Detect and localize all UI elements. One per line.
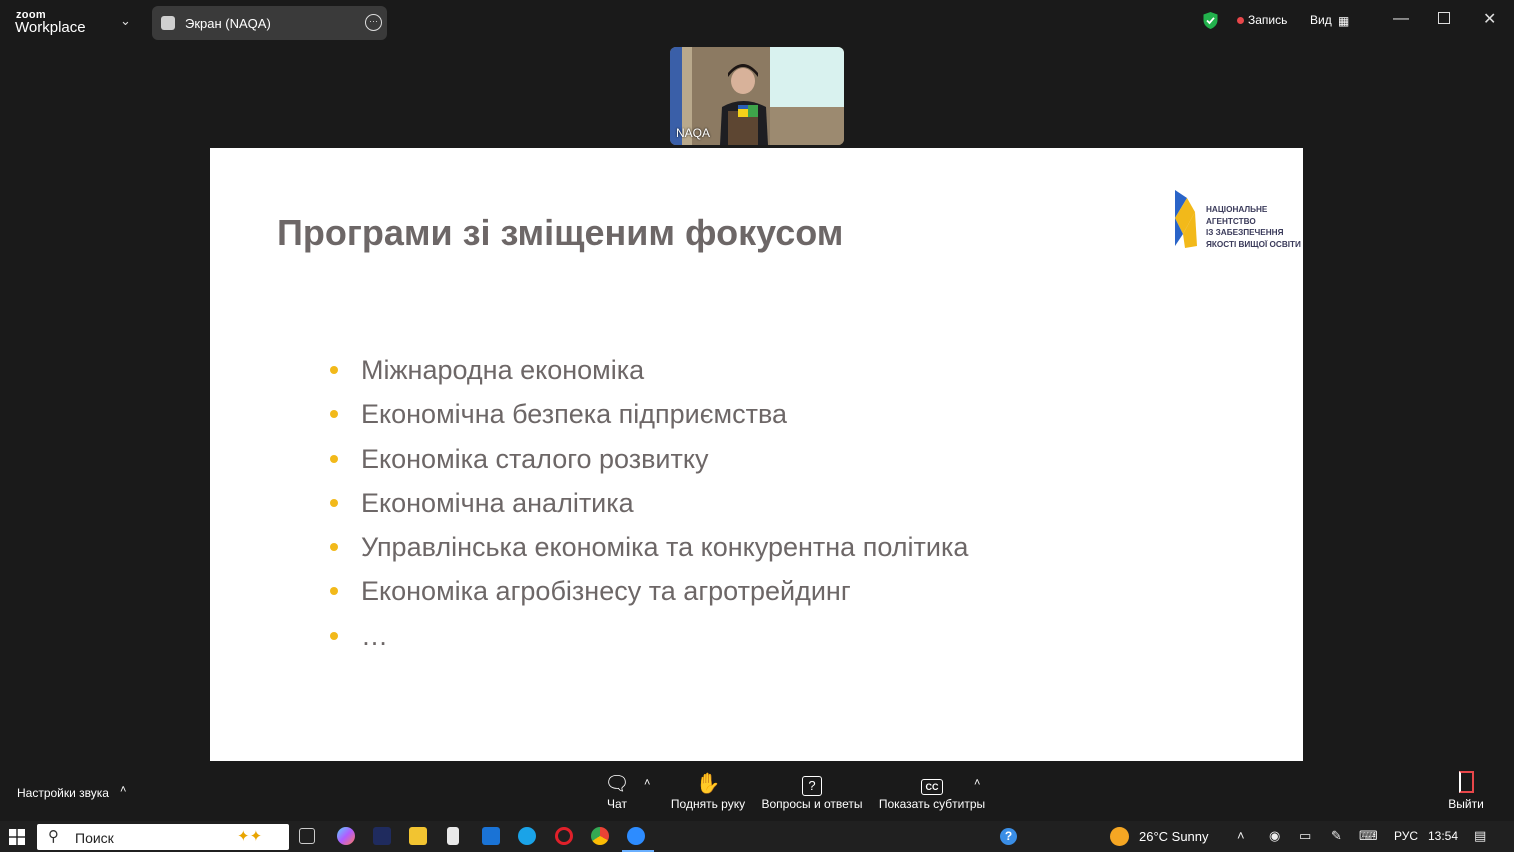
logo-line: АГЕНТСТВО	[1206, 216, 1256, 226]
weather-label[interactable]: 26°C Sunny	[1139, 829, 1209, 844]
bullet-text: Економічна безпека підприємства	[361, 399, 788, 430]
cc-icon: CC	[876, 771, 988, 797]
copilot-icon[interactable]	[337, 827, 355, 845]
task-view-icon[interactable]	[299, 828, 315, 844]
record-indicator-icon	[1237, 17, 1244, 24]
chat-icon: 🗨	[604, 773, 630, 795]
participant-name: NAQA	[676, 126, 711, 140]
captions-button[interactable]: CC Показать субтитры	[876, 771, 988, 811]
bullet-dot-icon	[330, 631, 338, 640]
shared-slide: Програми зі зміщеним фокусом НАЦІОНАЛЬНЕ…	[210, 148, 1303, 761]
slide-bullet: Управлінська економіка та конкурентна по…	[328, 529, 968, 573]
search-placeholder: Поиск	[75, 830, 114, 846]
naqa-logo-text: НАЦІОНАЛЬНЕ АГЕНТСТВО ІЗ ЗАБЕЗПЕЧЕННЯ ЯК…	[1206, 204, 1301, 250]
copilot-sparkle-icon: ✦✦	[237, 828, 263, 845]
chevron-up-icon[interactable]: ˄	[120, 784, 126, 796]
slide-bullet: Економічна безпека підприємства	[328, 396, 968, 440]
bullet-text: Економіка агробізнесу та агротрейдинг	[361, 576, 851, 607]
notepad-icon[interactable]	[447, 827, 459, 845]
battery-icon[interactable]: ▭	[1299, 828, 1311, 844]
bullet-dot-icon	[330, 454, 338, 463]
app-brand-bottom: Workplace	[15, 19, 86, 36]
raise-hand-label: Поднять руку	[670, 797, 746, 811]
camera-icon[interactable]: ◉	[1269, 828, 1280, 844]
qa-button[interactable]: ? Вопросы и ответы	[757, 771, 867, 811]
qa-label: Вопросы и ответы	[761, 797, 863, 811]
outlook-icon[interactable]	[482, 827, 500, 845]
logo-line: НАЦІОНАЛЬНЕ	[1206, 205, 1268, 214]
chevron-up-icon[interactable]: ˄	[644, 777, 650, 789]
captions-label: Показать субтитры	[878, 797, 986, 811]
logo-line: ЯКОСТІ ВИЩОЇ ОСВІТИ	[1206, 239, 1301, 249]
raise-hand-button[interactable]: ✋ Поднять руку	[665, 771, 751, 811]
slide-bullet: Міжнародна економіка	[328, 352, 968, 396]
grid-icon[interactable]: ▦	[1338, 14, 1349, 28]
bullet-dot-icon	[330, 410, 338, 419]
chevron-up-icon[interactable]: ˄	[1237, 828, 1245, 843]
chat-button[interactable]: 🗨 Чат	[595, 771, 639, 811]
meeting-toolbar: Настройки звука ˄ 🗨 Чат ˄ ✋ Поднять руку…	[0, 761, 1514, 821]
search-icon: ⚲	[48, 828, 59, 845]
chevron-down-icon[interactable]: ⌄	[120, 13, 131, 29]
participant-video[interactable]: NAQA	[670, 47, 844, 145]
screen-share-tab[interactable]: Экран (NAQA) ···	[152, 6, 387, 40]
screen-share-icon	[161, 16, 175, 30]
logo-line: ІЗ ЗАБЕЗПЕЧЕННЯ	[1206, 228, 1284, 237]
windows-start-icon[interactable]	[9, 829, 25, 845]
leave-button[interactable]: Выйти	[1444, 771, 1488, 811]
naqa-logo: НАЦІОНАЛЬНЕ АГЕНТСТВО ІЗ ЗАБЕЗПЕЧЕННЯ ЯК…	[1173, 188, 1301, 250]
zoom-app-icon[interactable]	[627, 827, 645, 845]
help-icon[interactable]: ?	[1000, 828, 1017, 845]
naqa-logo-icon	[1175, 190, 1197, 248]
chevron-up-icon[interactable]: ˄	[974, 777, 980, 789]
chat-label: Чат	[607, 797, 627, 811]
terminal-icon[interactable]	[373, 827, 391, 845]
slide-bullet: Економіка агробізнесу та агротрейдинг	[328, 573, 968, 617]
opera-icon[interactable]	[555, 827, 573, 845]
slide-bullet: Економічна аналітика	[328, 485, 968, 529]
taskbar-clock[interactable]: 13:54	[1428, 829, 1458, 843]
weather-sun-icon[interactable]	[1110, 827, 1129, 846]
skype-icon[interactable]	[518, 827, 536, 845]
bullet-text: Управлінська економіка та конкурентна по…	[361, 532, 969, 563]
bullet-dot-icon	[330, 587, 338, 596]
bullet-dot-icon	[330, 498, 338, 507]
hand-icon: ✋	[695, 773, 721, 795]
taskbar-search-input[interactable]: ⚲ Поиск ✦✦	[37, 824, 289, 850]
slide-bullet: …	[328, 618, 968, 662]
security-shield-icon[interactable]	[1202, 11, 1219, 30]
file-explorer-icon[interactable]	[409, 827, 427, 845]
bullet-text: Економіка сталого розвитку	[361, 443, 709, 474]
slide-bullet-list: Міжнародна економіка Економічна безпека …	[328, 352, 968, 662]
more-options-icon[interactable]: ···	[365, 14, 382, 31]
close-icon[interactable]: ✕	[1483, 9, 1496, 29]
bullet-dot-icon	[330, 543, 338, 552]
view-button[interactable]: Вид	[1310, 13, 1332, 27]
slide-title: Програми зі зміщеним фокусом	[277, 212, 844, 253]
minimize-icon[interactable]: —	[1393, 10, 1409, 28]
screen-share-tab-label: Экран (NAQA)	[185, 16, 271, 31]
bullet-text: Економічна аналітика	[361, 487, 634, 518]
record-label[interactable]: Запись	[1248, 13, 1287, 27]
bullet-text: …	[361, 620, 388, 651]
title-bar: zoom Workplace ⌄ Экран (NAQA) ··· Запись…	[0, 0, 1514, 44]
leave-door-icon	[1444, 771, 1488, 797]
language-indicator[interactable]: РУС	[1394, 829, 1418, 843]
slide-bullet: Економіка сталого розвитку	[328, 441, 968, 485]
notifications-icon[interactable]: ▤	[1474, 828, 1486, 844]
pen-icon[interactable]: ✎	[1331, 828, 1342, 844]
keyboard-icon[interactable]: ⌨	[1359, 828, 1378, 844]
audio-settings-button[interactable]: Настройки звука	[17, 786, 109, 800]
chrome-icon[interactable]	[591, 827, 609, 845]
question-bubble-icon: ?	[757, 771, 867, 797]
restore-icon[interactable]	[1438, 12, 1450, 24]
windows-taskbar: ⚲ Поиск ✦✦ ? 26°C Sunny ˄ ◉ ▭ ✎ ⌨ РУС 13…	[0, 821, 1514, 852]
leave-label: Выйти	[1448, 797, 1484, 811]
bullet-dot-icon	[330, 366, 338, 374]
bullet-text: Міжнародна економіка	[361, 355, 645, 385]
